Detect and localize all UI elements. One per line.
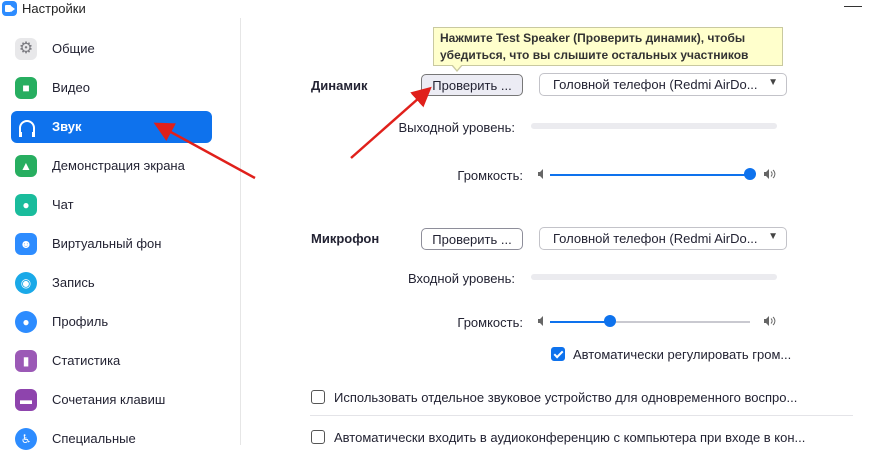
chevron-down-icon: ▼ xyxy=(768,77,778,88)
sidebar-item-label: Специальные xyxy=(52,431,136,446)
microphone-volume-label: Громкость: xyxy=(457,315,523,330)
title-bar: Настройки xyxy=(0,0,870,18)
accessibility-icon: ♿ xyxy=(15,428,37,450)
volume-low-icon xyxy=(537,168,549,180)
share-screen-icon: ▲ xyxy=(15,155,37,177)
output-level-meter xyxy=(531,123,777,129)
divider xyxy=(310,415,853,416)
microphone-volume-slider[interactable] xyxy=(550,321,610,323)
microphone-device-select[interactable]: Головной телефон (Redmi AirDo... ▼ xyxy=(539,227,787,250)
sidebar-item-video[interactable]: ■ Видео xyxy=(11,72,212,104)
sidebar-item-label: Чат xyxy=(52,197,74,212)
microphone-section-label: Микрофон xyxy=(311,231,380,246)
gear-icon: ⚙ xyxy=(15,38,37,60)
input-level-label: Входной уровень: xyxy=(407,271,515,286)
settings-sidebar: ⚙ Общие ■ Видео Звук ▲ Демонстрация экра… xyxy=(0,18,241,450)
record-icon: ◉ xyxy=(15,272,37,294)
sidebar-item-statistics[interactable]: ▮ Статистика xyxy=(11,345,212,377)
sidebar-item-label: Виртуальный фон xyxy=(52,236,162,251)
profile-icon: ● xyxy=(15,311,37,333)
auto-join-audio-label: Автоматически входить в аудиоконференцию… xyxy=(334,430,806,445)
speaker-device-value: Головной телефон (Redmi AirDo... xyxy=(553,77,758,92)
keyboard-icon: ▬ xyxy=(15,389,37,411)
volume-low-icon xyxy=(537,315,549,327)
sidebar-item-label: Профиль xyxy=(52,314,109,329)
sidebar-item-recording[interactable]: ◉ Запись xyxy=(11,267,212,299)
speaker-volume-thumb[interactable] xyxy=(744,168,756,180)
sidebar-item-virtual-background[interactable]: ☻ Виртуальный фон xyxy=(11,228,212,260)
auto-adjust-volume-checkbox[interactable] xyxy=(551,347,565,361)
zoom-app-icon xyxy=(2,1,17,16)
sidebar-item-label: Запись xyxy=(52,275,95,290)
speaker-volume-slider[interactable] xyxy=(550,174,750,176)
microphone-volume-thumb[interactable] xyxy=(604,315,616,327)
virtual-background-icon: ☻ xyxy=(15,233,37,255)
test-microphone-button[interactable]: Проверить ... xyxy=(421,228,523,250)
sidebar-item-keyboard-shortcuts[interactable]: ▬ Сочетания клавиш xyxy=(11,384,212,416)
sidebar-item-label: Сочетания клавиш xyxy=(52,392,166,407)
separate-audio-device-checkbox[interactable] xyxy=(311,390,325,404)
volume-high-icon xyxy=(763,315,776,327)
test-speaker-tooltip: Нажмите Test Speaker (Проверить динамик)… xyxy=(433,27,783,66)
speaker-volume-label: Громкость: xyxy=(457,168,523,183)
tooltip-tail-inner xyxy=(452,64,462,70)
speaker-section-label: Динамик xyxy=(311,78,368,93)
sidebar-item-label: Видео xyxy=(52,80,90,95)
microphone-device-value: Головной телефон (Redmi AirDo... xyxy=(553,231,758,246)
input-level-meter xyxy=(531,274,777,280)
chevron-down-icon: ▼ xyxy=(768,231,778,242)
sidebar-item-label: Статистика xyxy=(52,353,121,368)
sidebar-item-audio[interactable]: Звук xyxy=(11,111,212,143)
sidebar-item-accessibility[interactable]: ♿ Специальные xyxy=(11,423,212,455)
auto-join-audio-checkbox[interactable] xyxy=(311,430,325,444)
headphones-icon xyxy=(15,116,37,138)
auto-adjust-volume-label: Автоматически регулировать гром... xyxy=(573,347,792,362)
chat-icon: ● xyxy=(15,194,37,216)
window-title: Настройки xyxy=(22,1,86,16)
sidebar-item-label: Демонстрация экрана xyxy=(52,158,185,173)
speaker-device-select[interactable]: Головной телефон (Redmi AirDo... ▼ xyxy=(539,73,787,96)
sidebar-item-general[interactable]: ⚙ Общие xyxy=(11,33,212,65)
volume-high-icon xyxy=(763,168,776,180)
sidebar-item-profile[interactable]: ● Профиль xyxy=(11,306,212,338)
test-speaker-button[interactable]: Проверить ... xyxy=(421,74,523,96)
statistics-icon: ▮ xyxy=(15,350,37,372)
sidebar-item-chat[interactable]: ● Чат xyxy=(11,189,212,221)
sidebar-item-share-screen[interactable]: ▲ Демонстрация экрана xyxy=(11,150,212,182)
sidebar-item-label: Звук xyxy=(52,119,82,134)
minimize-button[interactable] xyxy=(844,6,862,7)
sidebar-item-label: Общие xyxy=(52,41,95,56)
output-level-label: Выходной уровень: xyxy=(398,120,515,135)
separate-audio-device-label: Использовать отдельное звуковое устройст… xyxy=(334,390,798,405)
video-icon: ■ xyxy=(15,77,37,99)
